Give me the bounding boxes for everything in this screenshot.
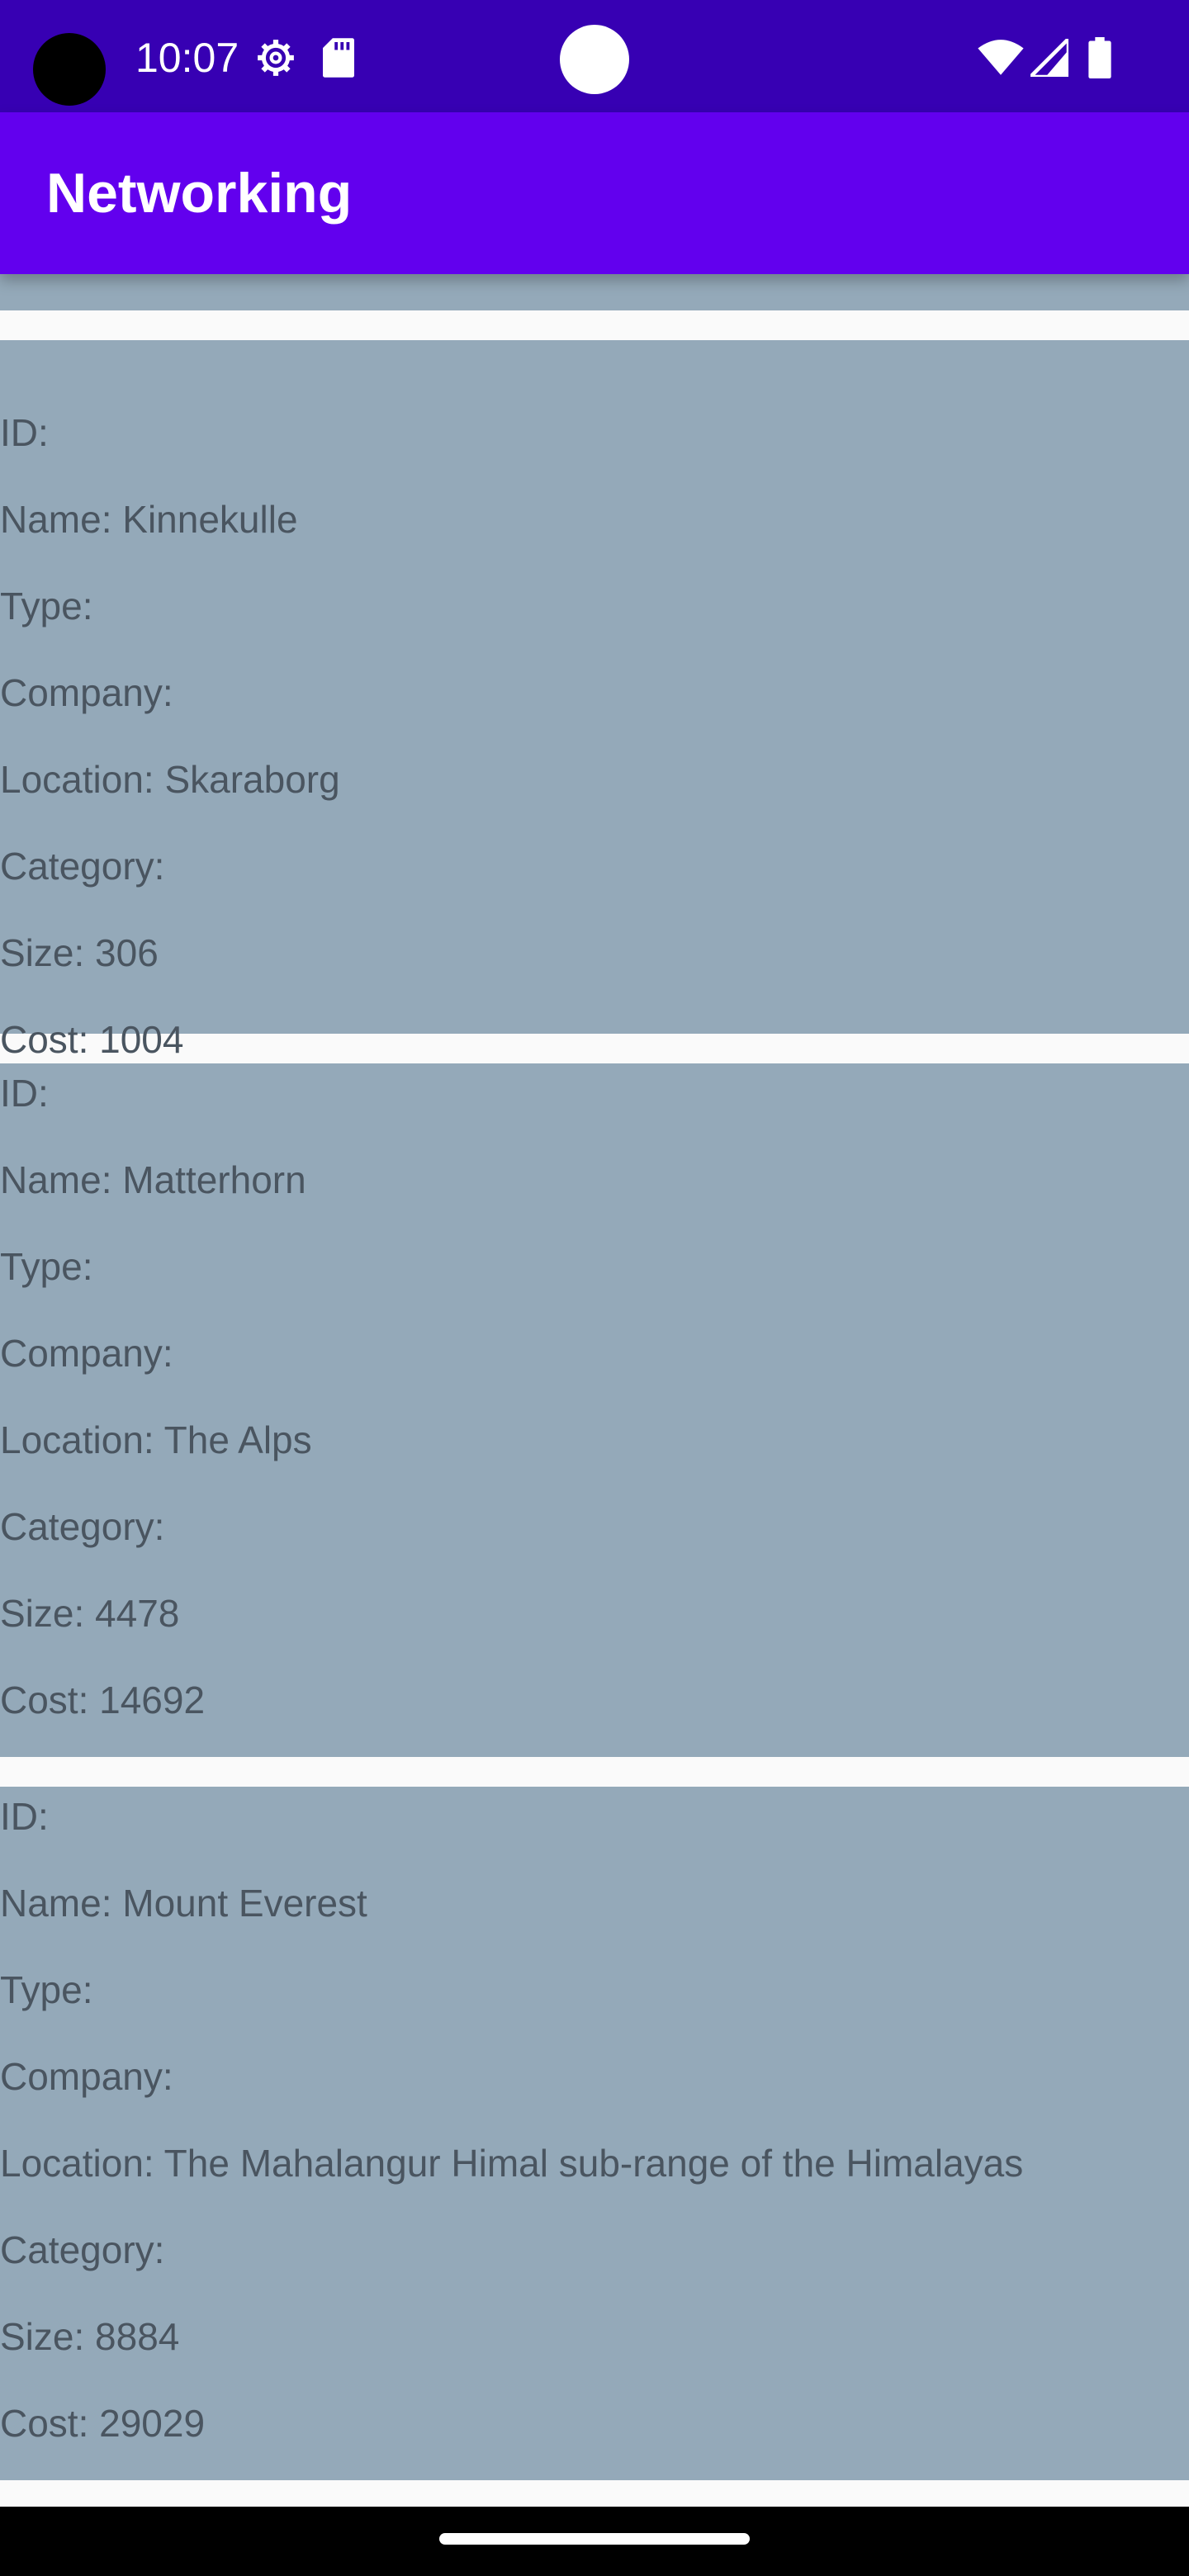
status-time: 10:07	[135, 35, 239, 81]
item-location: Location: The Alps	[0, 1418, 312, 1461]
item-id: ID:	[0, 1072, 49, 1115]
item-name: Name: Kinnekulle	[0, 498, 298, 541]
camera-cutout	[33, 33, 106, 106]
item-company: Company:	[0, 671, 173, 714]
list-item[interactable]: ID: Name: Matterhorn Type: Company: Loca…	[0, 1063, 1189, 1757]
list-item[interactable]: ID: Name: Kinnekulle Type: Company: Loca…	[0, 340, 1189, 1061]
screen: 10:07 Networking ID: Name: Kinnekulle Ty…	[0, 0, 1189, 2576]
page-title: Networking	[46, 162, 353, 225]
item-category: Category:	[0, 1505, 165, 1548]
app-bar: Networking	[0, 112, 1189, 274]
mountain-list[interactable]: ID: Name: Kinnekulle Type: Company: Loca…	[0, 274, 1189, 2480]
settings-gear-icon	[253, 33, 299, 83]
item-cost: Cost: 29029	[0, 2402, 206, 2445]
item-size: Size: 4478	[0, 1592, 180, 1635]
item-type: Type:	[0, 585, 93, 627]
item-category: Category:	[0, 845, 165, 888]
item-id: ID:	[0, 411, 49, 454]
wifi-icon	[978, 33, 1024, 83]
navigation-bar	[0, 2507, 1189, 2576]
item-name: Name: Mount Everest	[0, 1882, 367, 1925]
sd-card-icon	[320, 33, 357, 83]
item-size: Size: 306	[0, 931, 159, 974]
item-cost: Cost: 1004	[0, 1018, 184, 1061]
item-type: Type:	[0, 1968, 93, 2011]
item-id: ID:	[0, 1795, 49, 1838]
list-item[interactable]: ID: Name: Mount Everest Type: Company: L…	[0, 1787, 1189, 2480]
item-type: Type:	[0, 1245, 93, 1288]
home-gesture-handle[interactable]	[439, 2533, 750, 2545]
item-category: Category:	[0, 2228, 165, 2271]
item-location: Location: Skaraborg	[0, 758, 340, 801]
item-name: Name: Matterhorn	[0, 1158, 306, 1201]
status-bar: 10:07	[0, 0, 1189, 112]
item-cost: Cost: 14692	[0, 1679, 206, 1721]
item-company: Company:	[0, 1332, 173, 1375]
cell-signal-icon	[1029, 33, 1070, 83]
battery-icon	[1083, 33, 1116, 83]
item-company: Company:	[0, 2055, 173, 2098]
item-size: Size: 8884	[0, 2315, 180, 2358]
status-center-dot	[560, 25, 629, 94]
item-location: Location: The Mahalangur Himal sub-range…	[0, 2142, 1024, 2185]
list-item-partial[interactable]	[0, 274, 1189, 310]
